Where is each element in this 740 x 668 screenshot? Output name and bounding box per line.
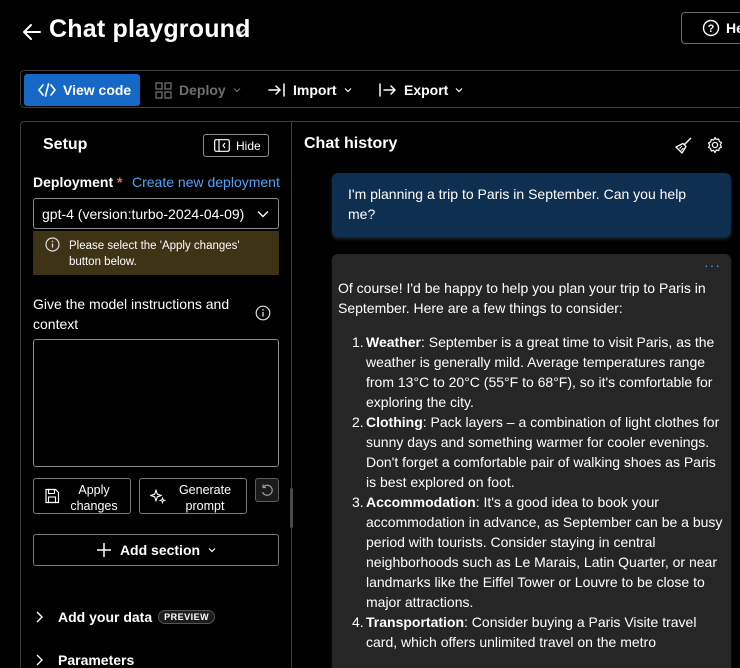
list-text: : It's a good idea to book your accommod… xyxy=(366,494,723,610)
parameters-section[interactable]: Parameters xyxy=(35,652,134,668)
command-toolbar: View code Deploy Import Export xyxy=(20,70,740,108)
list-heading: Weather xyxy=(366,334,421,350)
hide-label: Hide xyxy=(236,138,261,153)
clear-chat-icon[interactable] xyxy=(675,136,693,154)
save-icon xyxy=(45,488,60,504)
generate-prompt-label: Generate prompt xyxy=(178,483,232,513)
list-item: 4. Transportation: Consider buying a Pari… xyxy=(338,612,728,652)
instructions-label: Give the model instructions and context xyxy=(33,296,230,332)
undo-icon xyxy=(261,484,273,496)
user-message: I'm planning a trip to Paris in Septembe… xyxy=(332,173,731,237)
deployment-label: Deployment * xyxy=(33,174,122,190)
apply-changes-label: Apply changes xyxy=(70,483,118,513)
export-button[interactable]: Export xyxy=(379,74,463,106)
view-code-label: View code xyxy=(63,82,132,98)
info-icon[interactable] xyxy=(255,305,271,321)
parameters-label: Parameters xyxy=(58,652,135,668)
code-icon xyxy=(38,83,56,97)
deploy-icon xyxy=(155,81,172,99)
apply-changes-button[interactable]: Apply changes xyxy=(33,478,131,514)
chat-history-title: Chat history xyxy=(304,135,398,152)
list-number: 2. xyxy=(352,414,364,430)
page-title: Chat playground xyxy=(49,15,251,43)
help-button[interactable]: ? He xyxy=(681,12,740,44)
add-data-section[interactable]: Add your data PREVIEW xyxy=(35,609,216,625)
list-heading: Transportation xyxy=(366,614,465,630)
reset-button[interactable] xyxy=(255,478,279,502)
assistant-intro: Of course! I'd be happy to help you plan… xyxy=(338,280,706,316)
assistant-list: 1. Weather: September is a great time to … xyxy=(338,332,728,652)
list-number: 4. xyxy=(352,614,364,630)
list-item: 3. Accommodation: It's a good idea to boo… xyxy=(338,492,728,612)
chevron-down-icon xyxy=(208,548,216,553)
deploy-label: Deploy xyxy=(179,82,226,98)
chevron-down-icon xyxy=(455,88,463,93)
required-mark: * xyxy=(117,174,123,190)
preview-badge: PREVIEW xyxy=(158,610,216,624)
add-section-button[interactable]: Add section xyxy=(33,534,279,566)
chevron-right-icon xyxy=(36,654,43,666)
deployment-label-text: Deployment xyxy=(33,174,114,190)
add-data-label: Add your data xyxy=(58,609,153,625)
import-icon xyxy=(268,83,285,97)
chevron-down-icon xyxy=(344,88,351,93)
assistant-message: ··· Of course! I'd be happy to help you … xyxy=(332,254,731,668)
chevron-right-icon xyxy=(36,611,43,623)
more-options-button[interactable]: ··· xyxy=(704,257,721,273)
title-chevron-down-icon[interactable] xyxy=(235,26,247,36)
help-icon: ? xyxy=(702,19,720,37)
import-label: Import xyxy=(293,82,337,98)
svg-text:?: ? xyxy=(708,23,715,35)
create-deployment-link[interactable]: Create new deployment xyxy=(132,174,280,190)
export-label: Export xyxy=(404,82,449,98)
system-message-input[interactable] xyxy=(33,339,279,467)
gear-icon[interactable] xyxy=(706,136,724,154)
list-item: 2. Clothing: Pack layers – a combination … xyxy=(338,412,728,492)
list-number: 3. xyxy=(352,494,364,510)
list-item: 1. Weather: September is a great time to … xyxy=(338,332,728,412)
deployment-select[interactable]: gpt-4 (version:turbo-2024-04-09) xyxy=(33,198,279,229)
list-heading: Accommodation xyxy=(366,494,476,510)
plus-icon xyxy=(96,543,111,557)
chevron-down-icon xyxy=(257,211,269,218)
generate-prompt-button[interactable]: Generate prompt xyxy=(139,478,247,514)
help-label: He xyxy=(726,20,740,36)
warning-text: Please select the 'Apply changes' button… xyxy=(69,240,240,268)
sparkle-icon xyxy=(150,489,166,504)
import-button[interactable]: Import xyxy=(268,74,352,106)
panel-collapse-icon xyxy=(214,139,230,152)
info-icon xyxy=(45,237,60,252)
export-icon xyxy=(379,83,397,97)
back-arrow-icon[interactable] xyxy=(22,22,42,42)
deploy-button[interactable]: Deploy xyxy=(155,74,241,106)
deployment-value: gpt-4 (version:turbo-2024-04-09) xyxy=(42,205,245,222)
setup-title: Setup xyxy=(43,136,88,153)
list-heading: Clothing xyxy=(366,414,423,430)
view-code-button[interactable]: View code xyxy=(24,74,140,106)
warning-message: Please select the 'Apply changes' button… xyxy=(33,231,279,275)
chevron-down-icon xyxy=(233,88,241,93)
hide-button[interactable]: Hide xyxy=(203,134,269,157)
add-section-label: Add section xyxy=(119,542,201,558)
list-number: 1. xyxy=(352,334,364,350)
